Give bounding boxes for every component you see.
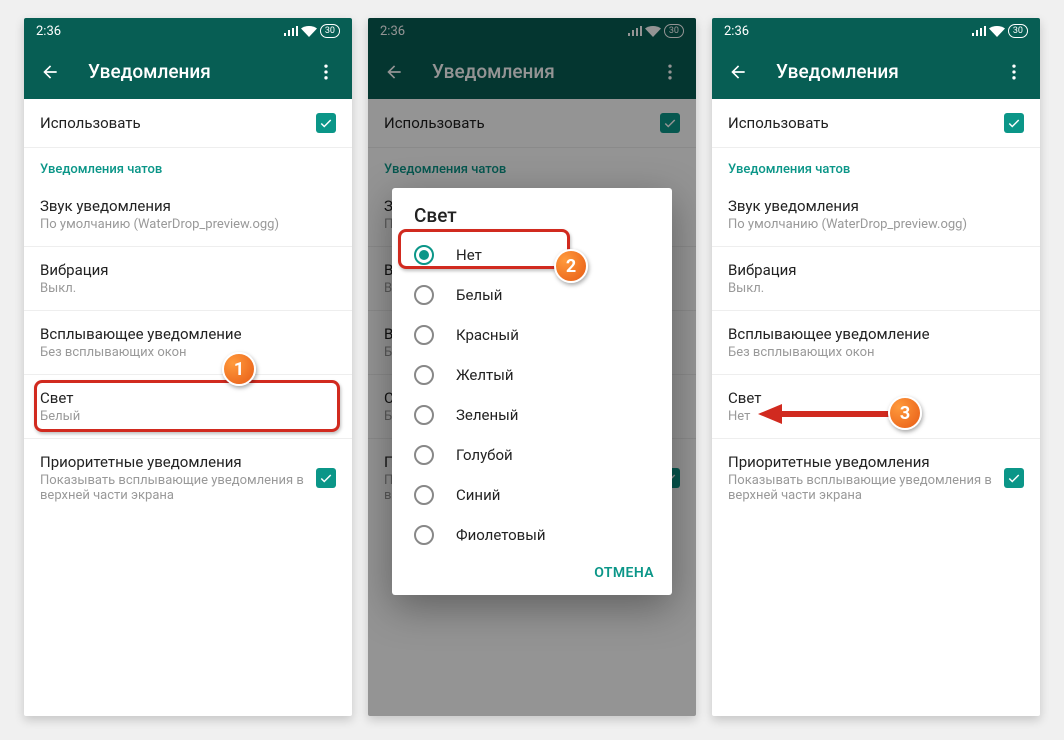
priority-value: Показывать всплывающие уведомления в вер…	[40, 473, 316, 503]
popup-label: Всплывающее уведомление	[40, 325, 336, 343]
radio-icon	[414, 485, 434, 505]
option-label: Зеленый	[456, 406, 518, 424]
radio-icon	[414, 405, 434, 425]
popup-label: Всплывающее уведомление	[728, 325, 1024, 343]
radio-icon	[414, 245, 434, 265]
radio-icon	[414, 365, 434, 385]
more-menu-button[interactable]	[1004, 62, 1024, 82]
settings-list: Использовать Уведомления чатов Звук увед…	[712, 99, 1040, 517]
signal-icon	[284, 26, 298, 36]
radio-icon	[414, 325, 434, 345]
light-option-violet[interactable]: Фиолетовый	[392, 515, 672, 555]
light-value: Белый	[40, 409, 336, 424]
row-popup[interactable]: Всплывающее уведомление Без всплывающих …	[24, 311, 352, 375]
sound-value: По умолчанию (WaterDrop_preview.ogg)	[728, 217, 1024, 232]
light-value: Нет	[728, 409, 1024, 424]
sound-value: По умолчанию (WaterDrop_preview.ogg)	[40, 217, 336, 232]
row-use-notifications[interactable]: Использовать	[24, 99, 352, 148]
battery-icon: 30	[1008, 24, 1028, 38]
radio-icon	[414, 525, 434, 545]
priority-label: Приоритетные уведомления	[40, 453, 316, 471]
status-time: 2:36	[724, 24, 972, 39]
option-label: Нет	[456, 246, 482, 264]
light-option-green[interactable]: Зеленый	[392, 395, 672, 435]
row-light[interactable]: Свет Нет	[712, 375, 1040, 439]
priority-checkbox[interactable]	[316, 468, 336, 488]
light-option-white[interactable]: Белый	[392, 275, 672, 315]
use-checkbox[interactable]	[1004, 113, 1024, 133]
option-label: Красный	[456, 326, 519, 344]
light-label: Свет	[40, 389, 336, 407]
settings-list: Использовать Уведомления чатов Звук увед…	[24, 99, 352, 517]
check-icon	[1007, 471, 1021, 485]
radio-icon	[414, 285, 434, 305]
vibration-label: Вибрация	[728, 261, 1024, 279]
status-icons: 30	[284, 24, 340, 38]
row-light[interactable]: Свет Белый	[24, 375, 352, 439]
vibration-label: Вибрация	[40, 261, 336, 279]
status-bar: 2:36 30	[24, 18, 352, 44]
light-option-blue[interactable]: Синий	[392, 475, 672, 515]
phone-screen-1: 2:36 30 Уведомления Использовать Уведомл…	[24, 18, 352, 716]
option-label: Голубой	[456, 446, 513, 464]
signal-icon	[972, 26, 986, 36]
check-icon	[319, 471, 333, 485]
row-vibration[interactable]: Вибрация Выкл.	[24, 247, 352, 311]
row-priority[interactable]: Приоритетные уведомления Показывать вспл…	[712, 439, 1040, 517]
page-title: Уведомления	[88, 60, 316, 83]
option-label: Синий	[456, 486, 500, 504]
row-priority[interactable]: Приоритетные уведомления Показывать вспл…	[24, 439, 352, 517]
phone-screen-3: 2:36 30 Уведомления Использовать Уведомл…	[712, 18, 1040, 716]
sound-label: Звук уведомления	[40, 197, 336, 215]
row-notification-sound[interactable]: Звук уведомления По умолчанию (WaterDrop…	[712, 183, 1040, 247]
section-chat-notifications: Уведомления чатов	[24, 148, 352, 183]
light-option-lightblue[interactable]: Голубой	[392, 435, 672, 475]
radio-icon	[414, 445, 434, 465]
vibration-value: Выкл.	[728, 281, 1024, 296]
option-label: Белый	[456, 286, 502, 304]
option-label: Фиолетовый	[456, 526, 546, 544]
priority-checkbox[interactable]	[1004, 468, 1024, 488]
option-label: Желтый	[456, 366, 514, 384]
priority-value: Показывать всплывающие уведомления в вер…	[728, 473, 1004, 503]
light-option-none[interactable]: Нет	[392, 235, 672, 275]
check-icon	[1007, 116, 1021, 130]
dialog-title: Свет	[392, 204, 672, 235]
use-checkbox[interactable]	[316, 113, 336, 133]
popup-value: Без всплывающих окон	[728, 345, 1024, 360]
light-dialog: Свет Нет Белый Красный Желтый Зеленый Го…	[392, 188, 672, 595]
sound-label: Звук уведомления	[728, 197, 1024, 215]
dialog-cancel-button[interactable]: ОТМЕНА	[594, 565, 654, 581]
light-option-red[interactable]: Красный	[392, 315, 672, 355]
status-icons: 30	[972, 24, 1028, 38]
vibration-value: Выкл.	[40, 281, 336, 296]
row-popup[interactable]: Всплывающее уведомление Без всплывающих …	[712, 311, 1040, 375]
section-chat-notifications: Уведомления чатов	[712, 148, 1040, 183]
status-time: 2:36	[36, 24, 284, 39]
status-bar: 2:36 30	[712, 18, 1040, 44]
use-label: Использовать	[728, 114, 1004, 132]
light-label: Свет	[728, 389, 1024, 407]
more-menu-button[interactable]	[316, 62, 336, 82]
battery-icon: 30	[320, 24, 340, 38]
popup-value: Без всплывающих окон	[40, 345, 336, 360]
row-notification-sound[interactable]: Звук уведомления По умолчанию (WaterDrop…	[24, 183, 352, 247]
app-bar: Уведомления	[712, 44, 1040, 99]
back-button[interactable]	[728, 62, 748, 82]
wifi-icon	[989, 26, 1005, 37]
back-button[interactable]	[40, 62, 60, 82]
row-use-notifications[interactable]: Использовать	[712, 99, 1040, 148]
use-label: Использовать	[40, 114, 316, 132]
check-icon	[319, 116, 333, 130]
phone-screen-2: 2:36 30 Уведомления Использовать Уведомл…	[368, 18, 696, 716]
light-option-yellow[interactable]: Желтый	[392, 355, 672, 395]
row-vibration[interactable]: Вибрация Выкл.	[712, 247, 1040, 311]
page-title: Уведомления	[776, 60, 1004, 83]
app-bar: Уведомления	[24, 44, 352, 99]
wifi-icon	[301, 26, 317, 37]
priority-label: Приоритетные уведомления	[728, 453, 1004, 471]
